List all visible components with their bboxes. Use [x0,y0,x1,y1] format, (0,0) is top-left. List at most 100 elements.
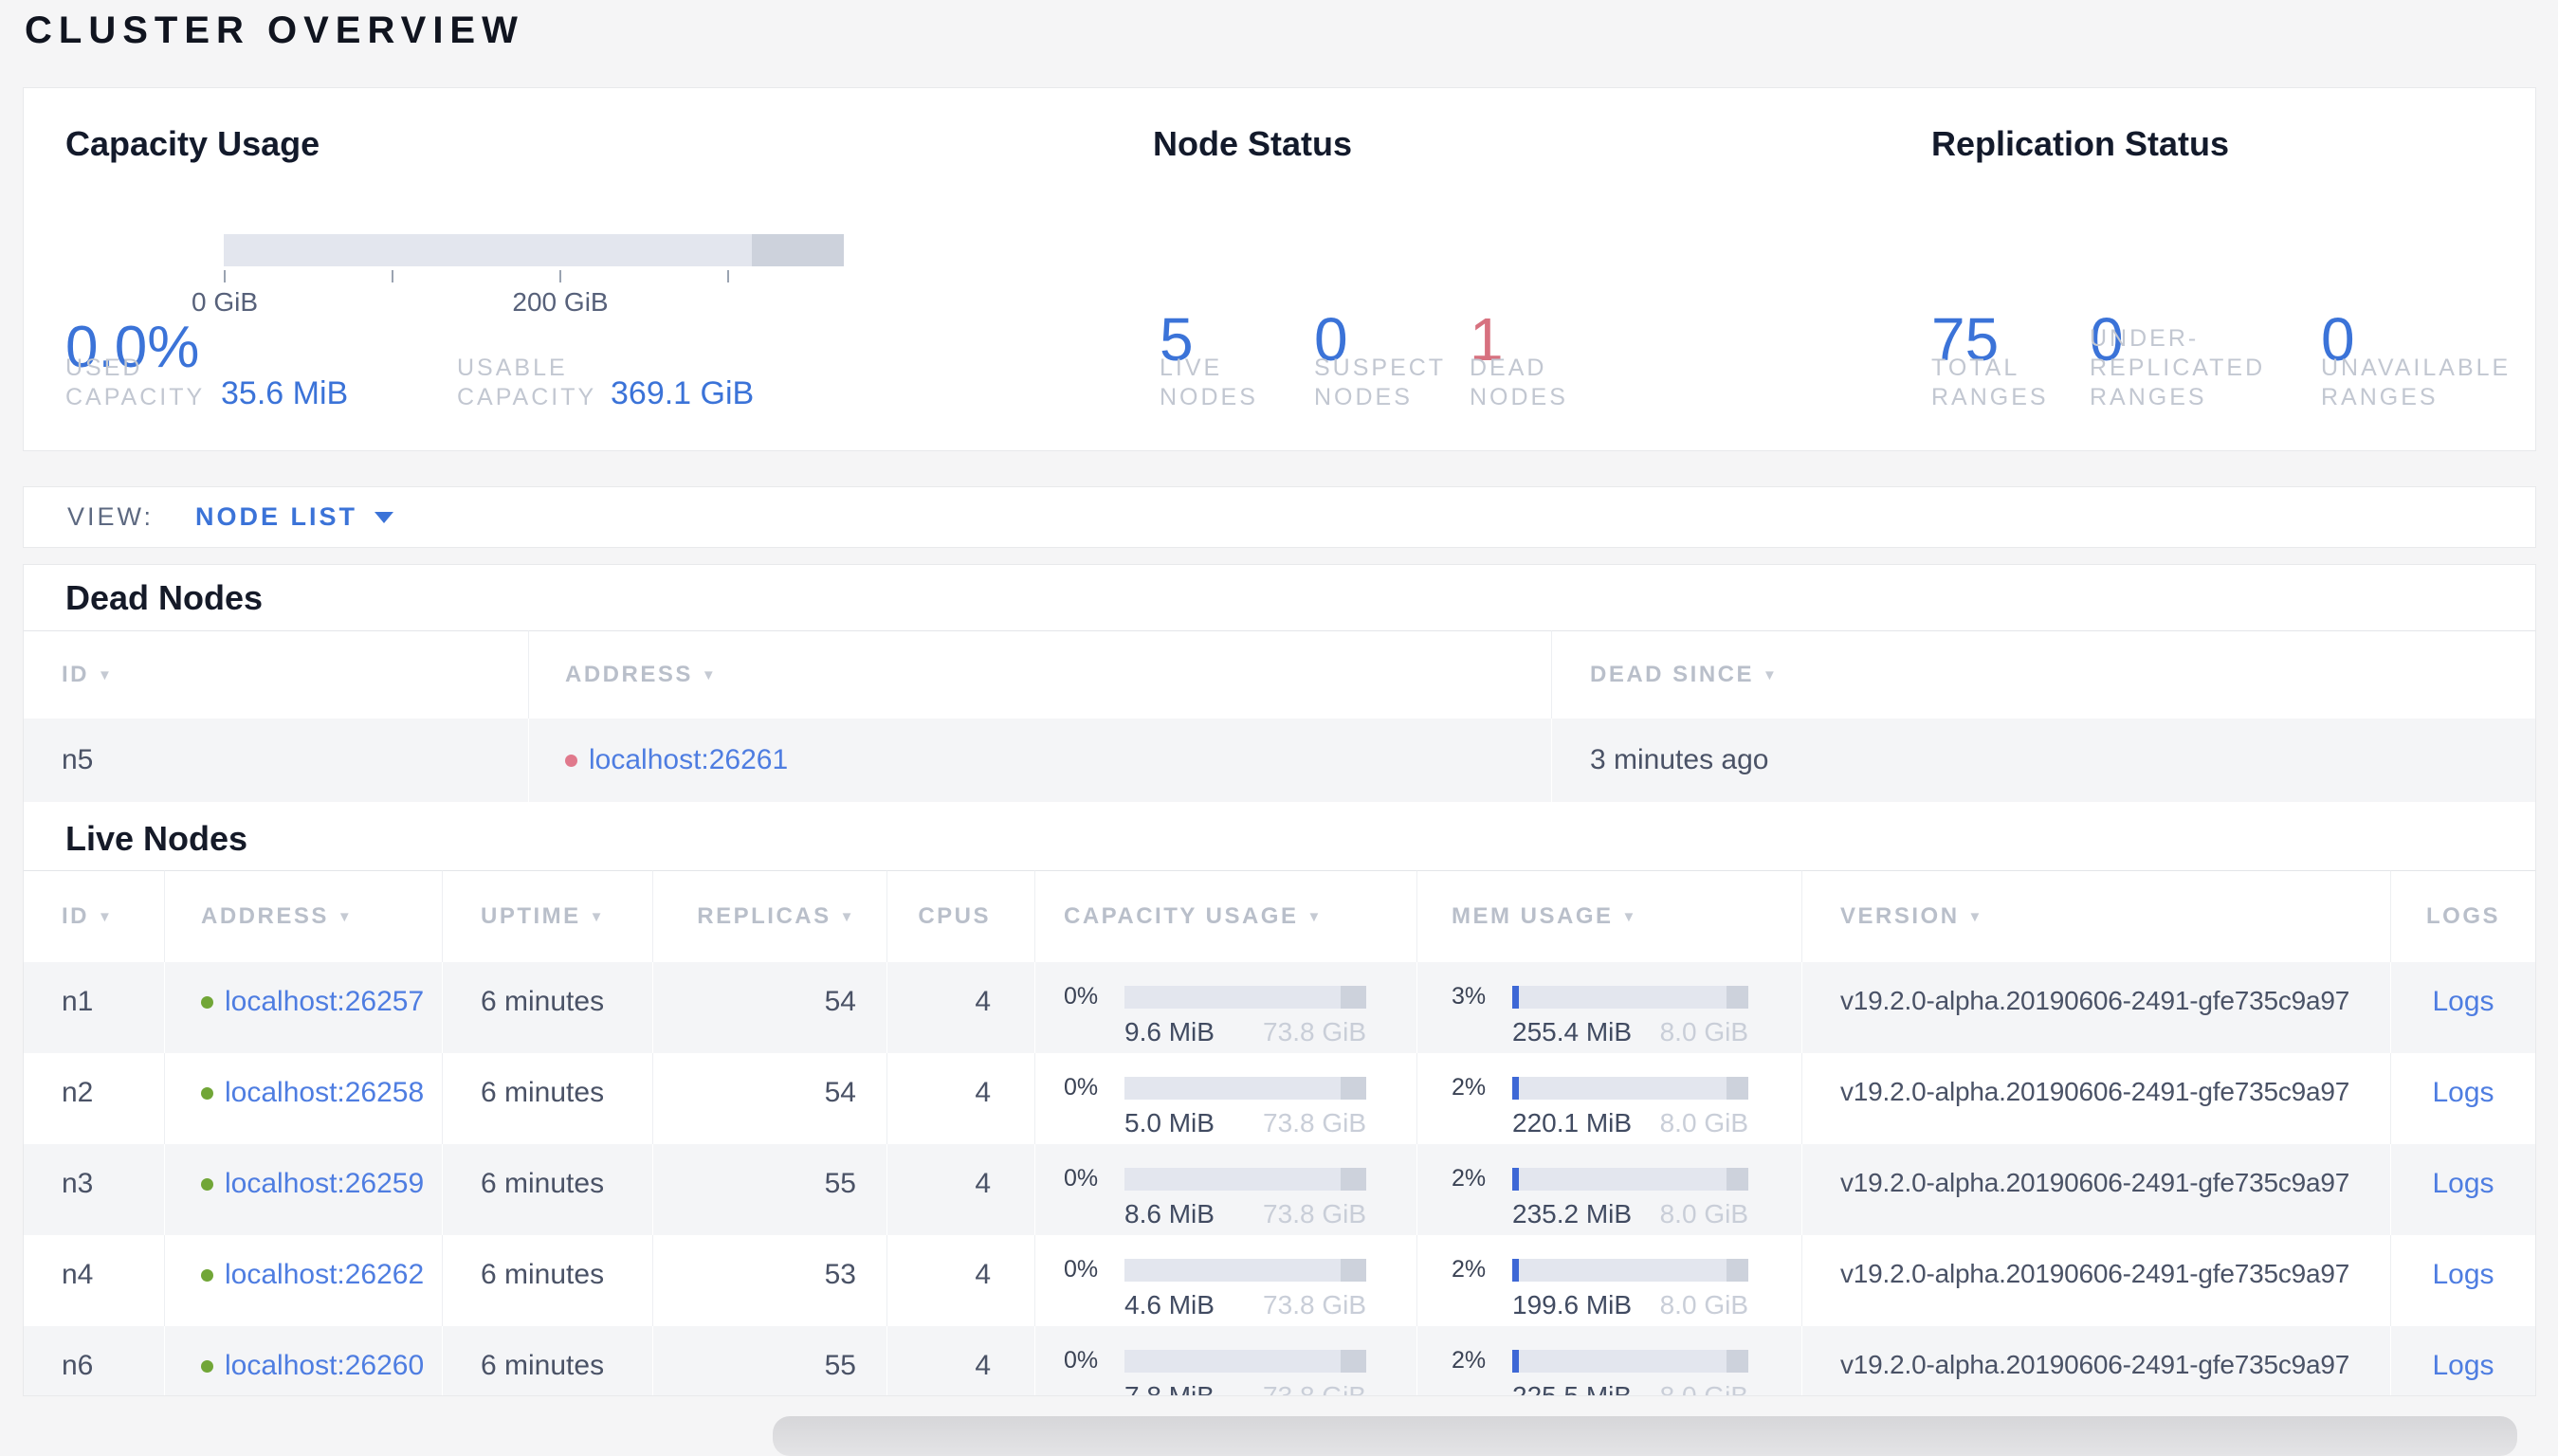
usable-capacity-value: 369.1 GiB [611,375,755,411]
capacity-usage-bar [224,234,844,266]
live-node-cpus: 4 [887,1053,1035,1144]
live-node-cpus: 4 [887,1326,1035,1395]
live-node-mem-cell: 2% 199.6 MiB 8.0 GiB [1417,1235,1802,1326]
live-header-version[interactable]: VERSION ▼ [1802,870,2391,962]
node-status-heading: Node Status [1153,124,1353,163]
live-node-address-link[interactable]: localhost:26258 [225,1077,424,1108]
capacity-bar [1124,1076,1366,1100]
live-nodes-label: LIVE NODES [1160,355,1258,410]
live-node-id: n6 [24,1326,165,1395]
live-header-capacity[interactable]: CAPACITY USAGE ▼ [1035,870,1417,962]
dead-header-id[interactable]: ID ▼ [24,630,529,719]
live-node-address-cell: localhost:26257 [165,962,443,1053]
live-node-logs-cell: Logs [2391,1326,2535,1395]
view-bar: VIEW: NODE LIST [23,486,2536,548]
live-node-version: v19.2.0-alpha.20190606-2491-gfe735c9a97 [1802,1235,2391,1326]
live-node-mem-cell: 2% 235.2 MiB 8.0 GiB [1417,1144,1802,1235]
logs-link[interactable]: Logs [2432,1350,2494,1395]
live-node-version: v19.2.0-alpha.20190606-2491-gfe735c9a97 [1802,962,2391,1053]
live-node-logs-cell: Logs [2391,962,2535,1053]
under-replicated-label: UNDER- REPLICATED RANGES [2090,325,2266,410]
live-status-dot-icon [201,1360,213,1373]
view-label: VIEW: [67,502,155,531]
chevron-down-icon[interactable] [375,511,394,523]
dead-node-address-cell: localhost:26261 [529,719,1552,802]
live-node-capacity-cell: 0% 9.6 MiB 73.8 GiB [1035,962,1417,1053]
dead-nodes-label: DEAD NODES [1470,355,1568,410]
live-node-cpus: 4 [887,962,1035,1053]
live-node-id: n2 [24,1053,165,1144]
mem-bar [1512,1076,1748,1100]
axis-tick [392,270,393,282]
axis-label-200: 200 GiB [512,287,609,317]
axis-tick [727,270,729,282]
live-node-version: v19.2.0-alpha.20190606-2491-gfe735c9a97 [1802,1144,2391,1235]
capacity-bar-other-segment [752,234,844,266]
live-node-replicas: 55 [653,1326,887,1395]
live-nodes-title: Live Nodes [65,819,248,858]
live-node-replicas: 54 [653,962,887,1053]
live-header-id[interactable]: ID ▼ [24,870,165,962]
live-node-id: n3 [24,1144,165,1235]
live-node-address-link[interactable]: localhost:26262 [225,1259,424,1290]
logs-link[interactable]: Logs [2432,1077,2494,1144]
live-node-address-link[interactable]: localhost:26259 [225,1168,424,1199]
live-node-capacity-cell: 0% 4.6 MiB 73.8 GiB [1035,1235,1417,1326]
view-selector[interactable]: NODE LIST [195,502,357,532]
logs-link[interactable]: Logs [2432,986,2494,1053]
live-node-replicas: 54 [653,1053,887,1144]
live-node-mem-cell: 2% 220.1 MiB 8.0 GiB [1417,1053,1802,1144]
live-node-replicas: 53 [653,1235,887,1326]
capacity-bar [1124,1349,1366,1373]
cluster-overview-card: Capacity Usage 0.0% 0 GiB 200 GiB USED CA… [23,87,2536,451]
live-node-address-cell: localhost:26259 [165,1144,443,1235]
live-node-mem-cell: 3% 255.4 MiB 8.0 GiB [1417,962,1802,1053]
dead-header-dead-since[interactable]: DEAD SINCE ▼ [1552,630,2535,719]
live-status-dot-icon [201,1178,213,1191]
dead-header-address[interactable]: ADDRESS ▼ [529,630,1552,719]
live-node-address-cell: localhost:26260 [165,1326,443,1395]
live-node-address-link[interactable]: localhost:26257 [225,986,424,1017]
live-node-uptime: 6 minutes [443,1053,653,1144]
live-node-logs-cell: Logs [2391,1144,2535,1235]
live-node-version: v19.2.0-alpha.20190606-2491-gfe735c9a97 [1802,1326,2391,1395]
live-nodes-table: ID ▼ ADDRESS ▼ UPTIME ▼ REPLICAS ▼ CPUS CAPA… [24,870,2535,1395]
live-node-logs-cell: Logs [2391,1235,2535,1326]
axis-tick [224,270,226,282]
live-node-mem-cell: 2% 225.5 MiB 8.0 GiB [1417,1326,1802,1395]
dead-node-dead-since: 3 minutes ago [1552,719,2535,802]
unavailable-ranges-label: UNAVAILABLE RANGES [2321,355,2512,410]
live-node-version: v19.2.0-alpha.20190606-2491-gfe735c9a97 [1802,1053,2391,1144]
used-capacity-label: USED CAPACITY [65,355,206,410]
sort-icon: ▼ [98,908,115,925]
mem-bar [1512,1167,1748,1191]
below-fold-shadow [773,1416,2517,1456]
live-node-uptime: 6 minutes [443,1144,653,1235]
capacity-bar [1124,985,1366,1009]
live-header-uptime[interactable]: UPTIME ▼ [443,870,653,962]
mem-bar [1512,985,1748,1009]
dead-status-dot-icon [565,755,577,767]
sort-icon: ▼ [1621,908,1638,925]
logs-link[interactable]: Logs [2432,1259,2494,1326]
live-header-address[interactable]: ADDRESS ▼ [165,870,443,962]
used-capacity-value: 35.6 MiB [221,375,349,411]
live-node-logs-cell: Logs [2391,1053,2535,1144]
live-node-uptime: 6 minutes [443,962,653,1053]
dead-node-address-link[interactable]: localhost:26261 [589,744,788,775]
live-header-cpus[interactable]: CPUS [887,870,1035,962]
sort-icon: ▼ [337,908,355,925]
live-header-mem[interactable]: MEM USAGE ▼ [1417,870,1802,962]
live-node-address-cell: localhost:26262 [165,1235,443,1326]
live-node-address-link[interactable]: localhost:26260 [225,1350,424,1381]
page-title: CLUSTER OVERVIEW [25,9,524,51]
sort-icon: ▼ [701,666,719,683]
logs-link[interactable]: Logs [2432,1168,2494,1235]
sort-icon: ▼ [98,666,115,683]
live-header-replicas[interactable]: REPLICAS ▼ [653,870,887,962]
capacity-bar [1124,1258,1366,1282]
capacity-bar [1124,1167,1366,1191]
sort-icon: ▼ [1763,666,1780,683]
mem-bar [1512,1349,1748,1373]
axis-label-0: 0 GiB [191,287,259,317]
